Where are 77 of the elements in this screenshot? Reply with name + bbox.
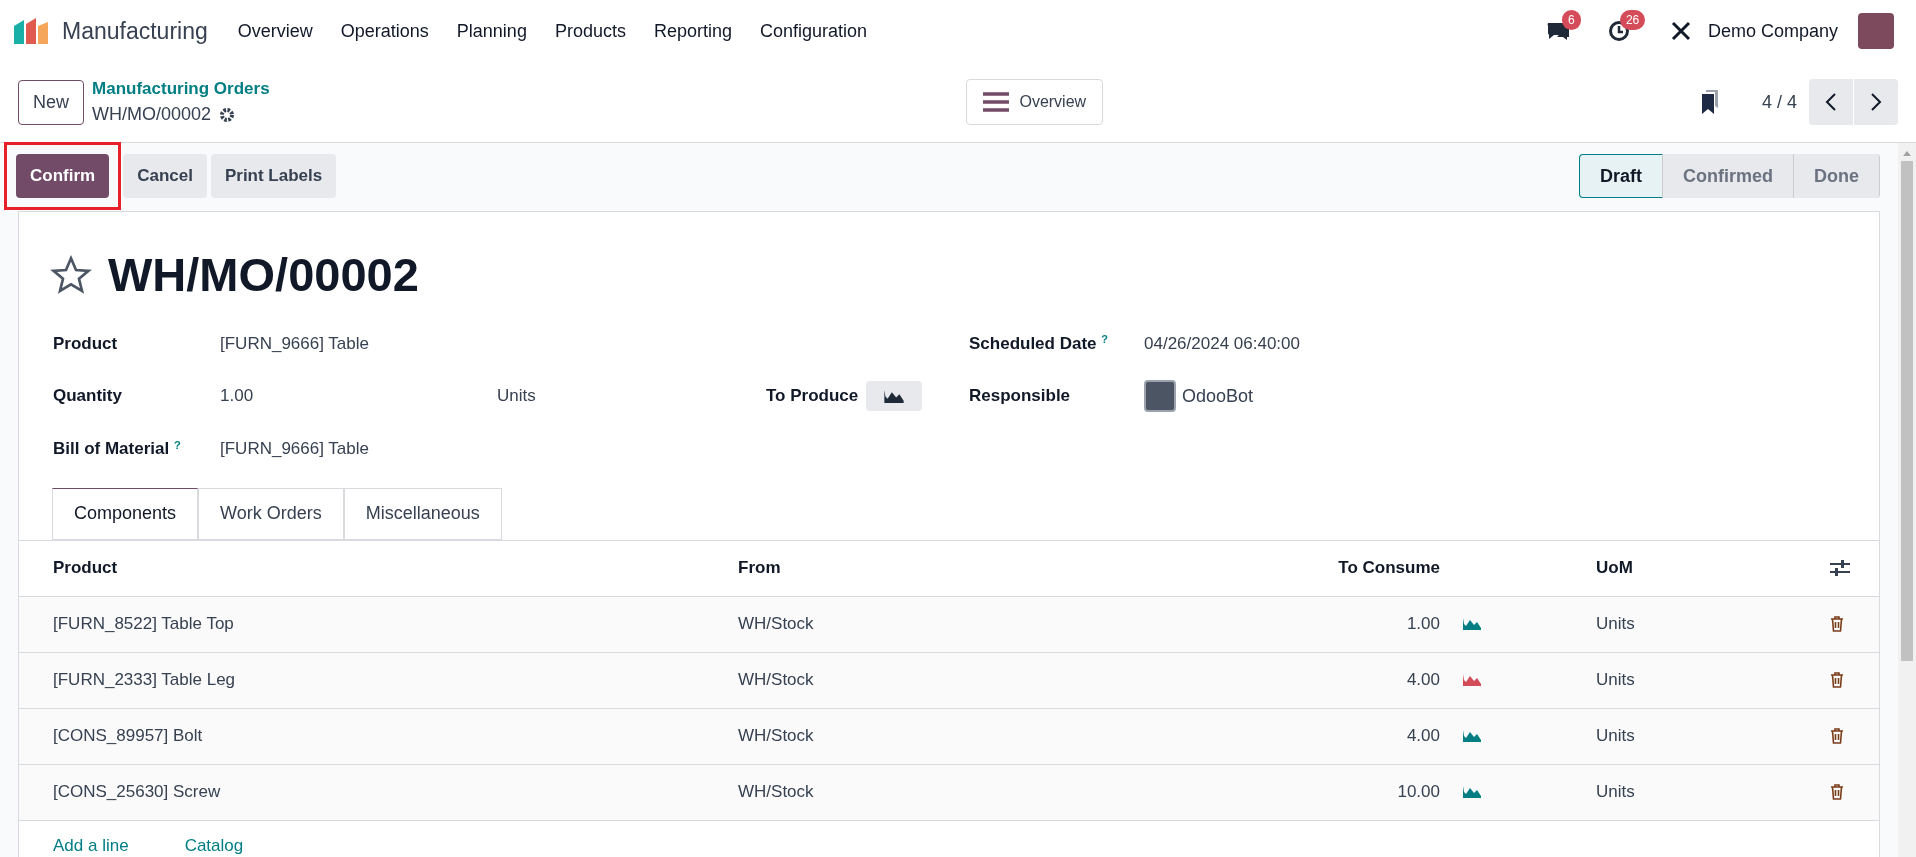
table-cell: Units	[1596, 764, 1830, 821]
menu-item[interactable]: Operations	[326, 17, 443, 45]
table-cell: WH/Stock	[738, 764, 1118, 821]
menu-item[interactable]: Overview	[223, 17, 327, 45]
star-icon[interactable]	[50, 255, 92, 296]
company-name[interactable]: Demo Company	[1707, 17, 1838, 45]
record-title: WH/MO/00002	[108, 247, 419, 303]
field-value[interactable]: 1.00	[220, 383, 497, 409]
table-link[interactable]: Add a line	[53, 832, 129, 857]
overview-button[interactable]: Overview	[966, 79, 1104, 125]
chevron-right-icon	[1870, 92, 1882, 112]
trash-icon[interactable]	[1830, 616, 1844, 632]
table-cell: Units	[1596, 596, 1830, 653]
form-tab[interactable]: Miscellaneous	[343, 487, 502, 540]
table-cell: [FURN_2333] Table Leg	[19, 652, 738, 709]
field-label: Responsible	[969, 385, 1072, 408]
table-cell: Units	[1596, 652, 1830, 709]
field-label: To Produce	[766, 385, 859, 408]
pager-value[interactable]: 4 / 4	[1761, 88, 1797, 116]
field-label: Bill of Material $^{?}$	[53, 437, 182, 460]
app-logo-icon[interactable]	[14, 18, 48, 44]
table-link[interactable]: Catalog	[184, 832, 244, 857]
field-label: Product	[53, 332, 119, 355]
trash-icon[interactable]	[1830, 784, 1844, 800]
field-value[interactable]: Units	[497, 383, 766, 409]
table-cell: WH/Stock	[738, 596, 1118, 653]
table-cell: 4.00	[1118, 652, 1440, 709]
field-value[interactable]: [FURN_9666] Table	[220, 436, 969, 462]
trash-icon[interactable]	[1830, 728, 1844, 744]
status-step[interactable]: Draft	[1579, 154, 1663, 198]
chevron-left-icon	[1825, 92, 1837, 112]
previous-button[interactable]	[1809, 79, 1853, 125]
bookmark-icon[interactable]	[1699, 90, 1720, 114]
action-button[interactable]: Confirm	[16, 154, 110, 198]
message-count-badge: 6	[1561, 10, 1581, 30]
table-cell: [CONS_89957] Bolt	[19, 708, 738, 765]
table-cell: 1.00	[1118, 596, 1440, 653]
menu-item[interactable]: Configuration	[746, 17, 882, 45]
table-cell: 4.00	[1118, 708, 1440, 765]
status-step[interactable]: Done	[1794, 154, 1880, 198]
app-name[interactable]: Manufacturing	[62, 13, 208, 49]
column-header[interactable]: To Consume	[1118, 540, 1440, 597]
field-value[interactable]: OdooBot	[1182, 382, 1254, 410]
field-value[interactable]: [FURN_9666] Table	[220, 330, 969, 356]
settings-icon[interactable]	[219, 106, 236, 123]
table-cell: [FURN_8522] Table Top	[19, 596, 738, 653]
table-cell: Units	[1596, 708, 1830, 765]
field-label: Quantity	[53, 385, 123, 408]
trash-icon[interactable]	[1830, 672, 1844, 688]
action-button[interactable]: Print Labels	[210, 154, 337, 198]
column-header[interactable]: UoM	[1596, 540, 1830, 597]
bot-avatar	[1144, 380, 1176, 412]
menu-item[interactable]: Reporting	[639, 17, 746, 45]
column-header[interactable]: From	[738, 540, 1118, 597]
status-step[interactable]: Confirmed	[1663, 154, 1794, 198]
area-chart-icon	[883, 388, 906, 404]
scrollbar-thumb[interactable]	[1901, 161, 1913, 661]
column-header[interactable]: Product	[19, 540, 738, 597]
field-label: Scheduled Date $^{?}$	[969, 332, 1109, 355]
record-name: WH/MO/00002	[92, 103, 212, 127]
table-cell: 10.00	[1118, 764, 1440, 821]
settings-sliders-icon[interactable]	[1830, 559, 1850, 577]
field-value[interactable]: 04/26/2024 06:40:00	[1144, 330, 1845, 356]
next-button[interactable]	[1854, 79, 1898, 125]
table-cell: WH/Stock	[738, 708, 1118, 765]
form-tab[interactable]: Work Orders	[198, 487, 344, 540]
breadcrumb-link[interactable]: Manufacturing Orders	[92, 75, 270, 102]
table-cell: WH/Stock	[738, 652, 1118, 709]
activity-count-badge: 26	[1619, 10, 1646, 30]
menu-icon	[983, 92, 1010, 112]
form-tab[interactable]: Components	[52, 487, 199, 540]
menu-item[interactable]: Planning	[442, 17, 541, 45]
menu-item[interactable]: Products	[540, 17, 640, 45]
forecast-button[interactable]	[866, 381, 923, 411]
table-cell: [CONS_25630] Screw	[19, 764, 738, 821]
action-button[interactable]: Cancel	[123, 154, 207, 198]
new-button[interactable]: New	[18, 79, 84, 125]
